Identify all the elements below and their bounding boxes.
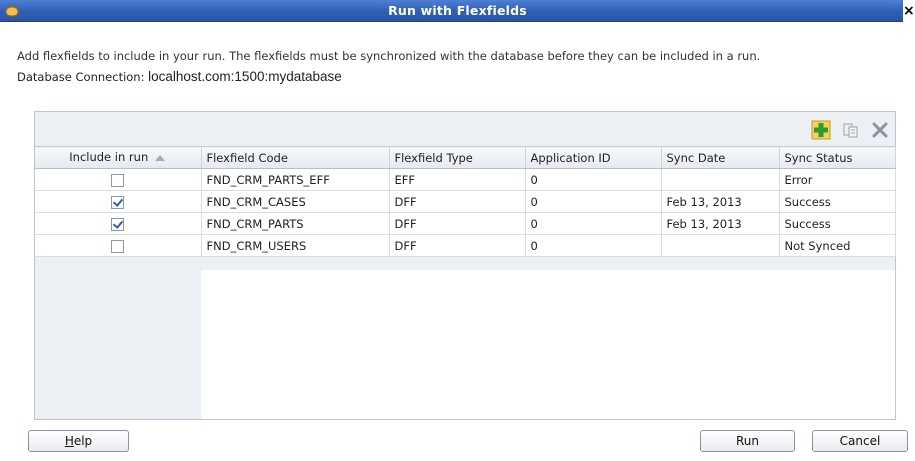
include-checkbox[interactable]: [111, 195, 125, 209]
cancel-button[interactable]: Cancel: [812, 430, 908, 452]
application-id-cell: 0: [525, 190, 662, 213]
sync-status-cell: Error: [779, 168, 896, 191]
close-icon[interactable]: ×: [903, 0, 915, 22]
include-cell: [35, 190, 202, 213]
table-row[interactable]: FND_CRM_PARTS_EFF EFF 0 Error: [35, 168, 896, 191]
application-id-cell: 0: [525, 168, 662, 191]
column-header-include[interactable]: Include in run: [35, 146, 202, 169]
flexfield-code-cell: FND_CRM_CASES: [201, 190, 390, 213]
table-empty-area-left: [35, 270, 201, 419]
include-checkbox[interactable]: [111, 217, 125, 231]
help-button[interactable]: Help: [28, 430, 129, 452]
help-mnemonic: H: [64, 434, 74, 448]
dialog-description: Add flexfields to include in your run. T…: [17, 49, 761, 63]
flexfield-type-cell: EFF: [389, 168, 526, 191]
table-row[interactable]: FND_CRM_PARTS DFF 0 Feb 13, 2013 Success: [35, 212, 896, 235]
include-cell: [35, 234, 202, 257]
database-connection: Database Connection: localhost.com:1500:…: [17, 69, 342, 84]
sync-status-cell: Success: [779, 190, 896, 213]
add-icon[interactable]: [810, 119, 832, 141]
flexfields-panel: Include in run Flexfield Code Flexfield …: [34, 111, 896, 420]
flexfield-type-cell: DFF: [389, 190, 526, 213]
dialog-title: Run with Flexfields: [388, 3, 527, 18]
sort-ascending-icon: [154, 151, 166, 165]
database-connection-value: localhost.com:1500:mydatabase: [148, 69, 342, 84]
column-header-code[interactable]: Flexfield Code: [201, 146, 390, 169]
sync-date-cell: Feb 13, 2013: [661, 190, 780, 213]
sync-status-cell: Success: [779, 212, 896, 235]
column-header-app-id[interactable]: Application ID: [525, 146, 662, 169]
flexfield-code-cell: FND_CRM_PARTS: [201, 212, 390, 235]
sync-date-cell: [661, 168, 780, 191]
include-cell: [35, 212, 202, 235]
include-checkbox[interactable]: [111, 173, 125, 187]
sync-date-cell: [661, 234, 780, 257]
column-header-sync-date[interactable]: Sync Date: [661, 146, 780, 169]
flexfield-code-cell: FND_CRM_PARTS_EFF: [201, 168, 390, 191]
help-label: elp: [73, 434, 93, 448]
table-empty-area: [201, 270, 895, 419]
database-connection-label: Database Connection:: [17, 70, 149, 84]
title-bar[interactable]: Run with Flexfields ×: [0, 0, 915, 22]
flexfield-type-cell: DFF: [389, 212, 526, 235]
include-checkbox[interactable]: [111, 239, 125, 253]
flexfield-type-cell: DFF: [389, 234, 526, 257]
table-row[interactable]: FND_CRM_CASES DFF 0 Feb 13, 2013 Success: [35, 190, 896, 213]
sync-date-cell: Feb 13, 2013: [661, 212, 780, 235]
delete-icon[interactable]: [869, 119, 891, 141]
sync-icon[interactable]: [840, 119, 862, 141]
table-row[interactable]: FND_CRM_USERS DFF 0 Not Synced: [35, 234, 896, 257]
flexfields-table: Include in run Flexfield Code Flexfield …: [35, 146, 896, 419]
column-header-type[interactable]: Flexfield Type: [389, 146, 526, 169]
column-header-sync-status[interactable]: Sync Status: [779, 146, 896, 169]
application-id-cell: 0: [525, 234, 662, 257]
table-header-row: Include in run Flexfield Code Flexfield …: [35, 146, 896, 169]
run-button[interactable]: Run: [700, 430, 795, 452]
table-toolbar: [35, 112, 895, 146]
include-cell: [35, 168, 202, 191]
sync-status-cell: Not Synced: [779, 234, 896, 257]
application-id-cell: 0: [525, 212, 662, 235]
flexfield-code-cell: FND_CRM_USERS: [201, 234, 390, 257]
